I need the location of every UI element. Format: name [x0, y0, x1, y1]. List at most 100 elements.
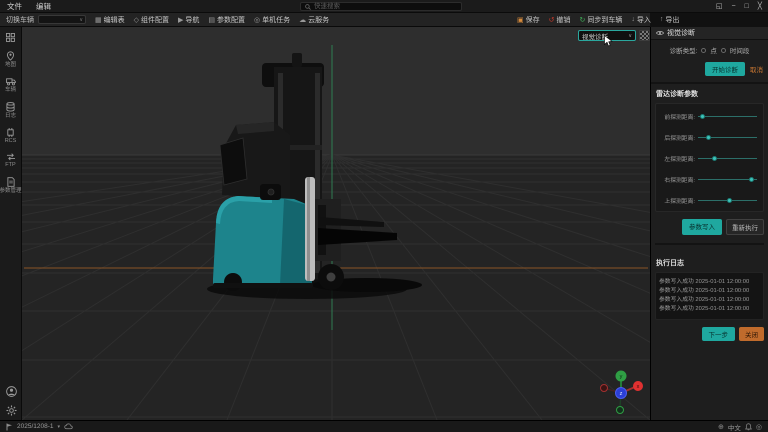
- eye-icon: [656, 30, 664, 36]
- search-icon: [305, 4, 311, 10]
- cloud-sync-icon[interactable]: [64, 423, 73, 430]
- toolbar-button-component-config[interactable]: ◇ 组件配置: [134, 15, 169, 25]
- toolbar-button-single-task[interactable]: ◎ 单机任务: [254, 15, 290, 25]
- save-button[interactable]: ▣ 保存: [517, 15, 540, 25]
- restore-icon[interactable]: ◱: [716, 0, 723, 13]
- toolbar-button-label: 参数配置: [217, 15, 245, 25]
- sidebar-item-rcs[interactable]: RCS: [0, 128, 22, 144]
- toolbar-button-param-config[interactable]: ▤ 参数配置: [208, 15, 245, 25]
- slider-row-rear: 后探测距离:: [662, 133, 757, 142]
- cancel-link[interactable]: 取消: [750, 64, 763, 74]
- bell-icon[interactable]: [745, 423, 752, 431]
- right-distance-slider[interactable]: [698, 176, 757, 184]
- sidebar-item-logs[interactable]: 日志: [0, 102, 22, 119]
- slider-label: 右探测距离:: [662, 175, 698, 184]
- slider-handle[interactable]: [727, 198, 732, 203]
- import-icon: ↓: [631, 16, 635, 23]
- 3d-viewport[interactable]: 视觉诊断 ∨ y x z: [22, 27, 650, 420]
- up-distance-slider[interactable]: [698, 197, 757, 205]
- chevron-down-icon[interactable]: ▾: [58, 424, 61, 430]
- toolbar-button-label: 导航: [185, 15, 199, 25]
- transfer-arrows-icon: [6, 153, 16, 161]
- start-diagnosis-button[interactable]: 开始诊断: [705, 62, 745, 76]
- sidebar-item-label: 参数管理: [0, 188, 22, 194]
- sync-to-vehicle-button[interactable]: ↻ 同步到车辆: [580, 15, 623, 25]
- mouse-cursor: [604, 35, 613, 47]
- sidebar-item-label: 车辆: [5, 87, 16, 93]
- axis-neg-x[interactable]: [601, 385, 608, 392]
- radar-sliders: 前探测距离: 后探测距离: 左探测距离: 右探测距离: 上探测距离:: [655, 103, 764, 212]
- save-icon: ▣: [517, 16, 524, 24]
- radio-point[interactable]: [701, 48, 706, 53]
- flag-icon: [6, 423, 13, 431]
- sync-icon: ↻: [580, 16, 586, 24]
- slider-handle[interactable]: [700, 114, 705, 119]
- toolbar-button-label: 组件配置: [141, 15, 169, 25]
- window-controls: ◱ − □ ╳: [716, 0, 762, 13]
- slider-handle[interactable]: [706, 135, 711, 140]
- radio-point-label: 点: [710, 45, 717, 55]
- front-distance-slider[interactable]: [698, 113, 757, 121]
- vehicle-select[interactable]: ∨: [38, 15, 86, 24]
- visual-diagnosis-panel: 视觉诊断 诊断类型: 点 时间段 开始诊断 取消 雷达诊断参数 前探测距离: 后…: [650, 27, 768, 420]
- menu-file[interactable]: 文件: [0, 0, 29, 13]
- next-step-button[interactable]: 下一步: [702, 327, 736, 341]
- export-icon: ↑: [660, 16, 664, 23]
- current-map-label[interactable]: 2025/1208-1: [17, 423, 54, 430]
- navigation-icon: ▶: [178, 16, 183, 24]
- slider-handle[interactable]: [749, 177, 754, 182]
- log-entry: 参数写入成功 2025-01-01 12:00:00: [659, 305, 760, 314]
- write-params-button[interactable]: 参数写入: [682, 219, 722, 235]
- gear-icon[interactable]: [6, 405, 17, 416]
- status-left: 2025/1208-1 ▾: [6, 423, 73, 431]
- slider-label: 上探测距离:: [662, 196, 698, 205]
- log-entry: 参数写入成功 2025-01-01 12:00:00: [659, 296, 760, 305]
- toolbar-button-label: 单机任务: [262, 15, 290, 25]
- toolbar-button-cloud-service[interactable]: ☁ 云服务: [299, 15, 329, 25]
- axis-gizmo[interactable]: y x z: [595, 365, 647, 417]
- sidebar-item-label: FTP: [5, 162, 15, 168]
- slider-row-right: 右探测距离:: [662, 175, 757, 184]
- search-input[interactable]: 快速搜索: [300, 2, 462, 11]
- close-button[interactable]: 关闭: [739, 327, 764, 341]
- sidebar-item-apps[interactable]: [0, 33, 22, 42]
- slider-handle[interactable]: [712, 156, 717, 161]
- status-bar: 2025/1208-1 ▾ ⊕ 中文 ◎: [0, 420, 768, 432]
- axis-neg-y[interactable]: [617, 407, 624, 414]
- execution-log-list[interactable]: 参数写入成功 2025-01-01 12:00:00 参数写入成功 2025-0…: [655, 272, 764, 320]
- close-icon[interactable]: ╳: [758, 0, 762, 13]
- map-pin-icon: [6, 51, 15, 61]
- sidebar-item-param-management[interactable]: 参数管理: [0, 177, 22, 194]
- grid-toggle-button[interactable]: [639, 30, 650, 41]
- export-label: 导出: [665, 15, 679, 25]
- rerun-button[interactable]: 重新执行: [726, 219, 764, 235]
- radio-time-range[interactable]: [721, 48, 726, 53]
- slider-row-up: 上探测距离:: [662, 196, 757, 205]
- task-icon: ◎: [254, 16, 260, 24]
- sidebar-item-map[interactable]: 地图: [0, 51, 22, 68]
- sidebar-item-label: 日志: [5, 113, 16, 119]
- radar-buttons: 参数写入 重新执行: [655, 219, 764, 245]
- sidebar-item-ftp[interactable]: FTP: [0, 153, 22, 168]
- user-avatar-icon[interactable]: [6, 386, 17, 397]
- rear-distance-slider[interactable]: [698, 134, 757, 142]
- menu-edit[interactable]: 编辑: [29, 0, 58, 13]
- sidebar-bottom: [0, 386, 22, 416]
- left-sidebar: 地图 车辆 日志 RCS FTP: [0, 27, 22, 420]
- toolbar-button-label: 编辑表: [104, 15, 125, 25]
- toolbar-button-navigation[interactable]: ▶ 导航: [178, 15, 199, 25]
- import-button[interactable]: ↓ 导入: [631, 15, 651, 25]
- minimize-icon[interactable]: −: [731, 0, 735, 13]
- log-buttons: 下一步 关闭: [655, 327, 764, 341]
- toolbar-button-edit-table[interactable]: ▦ 编辑表: [95, 15, 125, 25]
- maximize-icon[interactable]: □: [745, 0, 749, 13]
- language-switcher[interactable]: 中文: [728, 422, 741, 432]
- sidebar-item-vehicle[interactable]: 车辆: [0, 77, 22, 93]
- help-icon[interactable]: ◎: [756, 423, 762, 431]
- left-distance-slider[interactable]: [698, 155, 757, 163]
- undo-button[interactable]: ↺ 撤销: [549, 15, 571, 25]
- slider-label: 左探测距离:: [662, 154, 698, 163]
- slider-label: 前探测距离:: [662, 112, 698, 121]
- sync-label: 同步到车辆: [587, 15, 622, 25]
- export-button[interactable]: ↑ 导出: [660, 15, 680, 25]
